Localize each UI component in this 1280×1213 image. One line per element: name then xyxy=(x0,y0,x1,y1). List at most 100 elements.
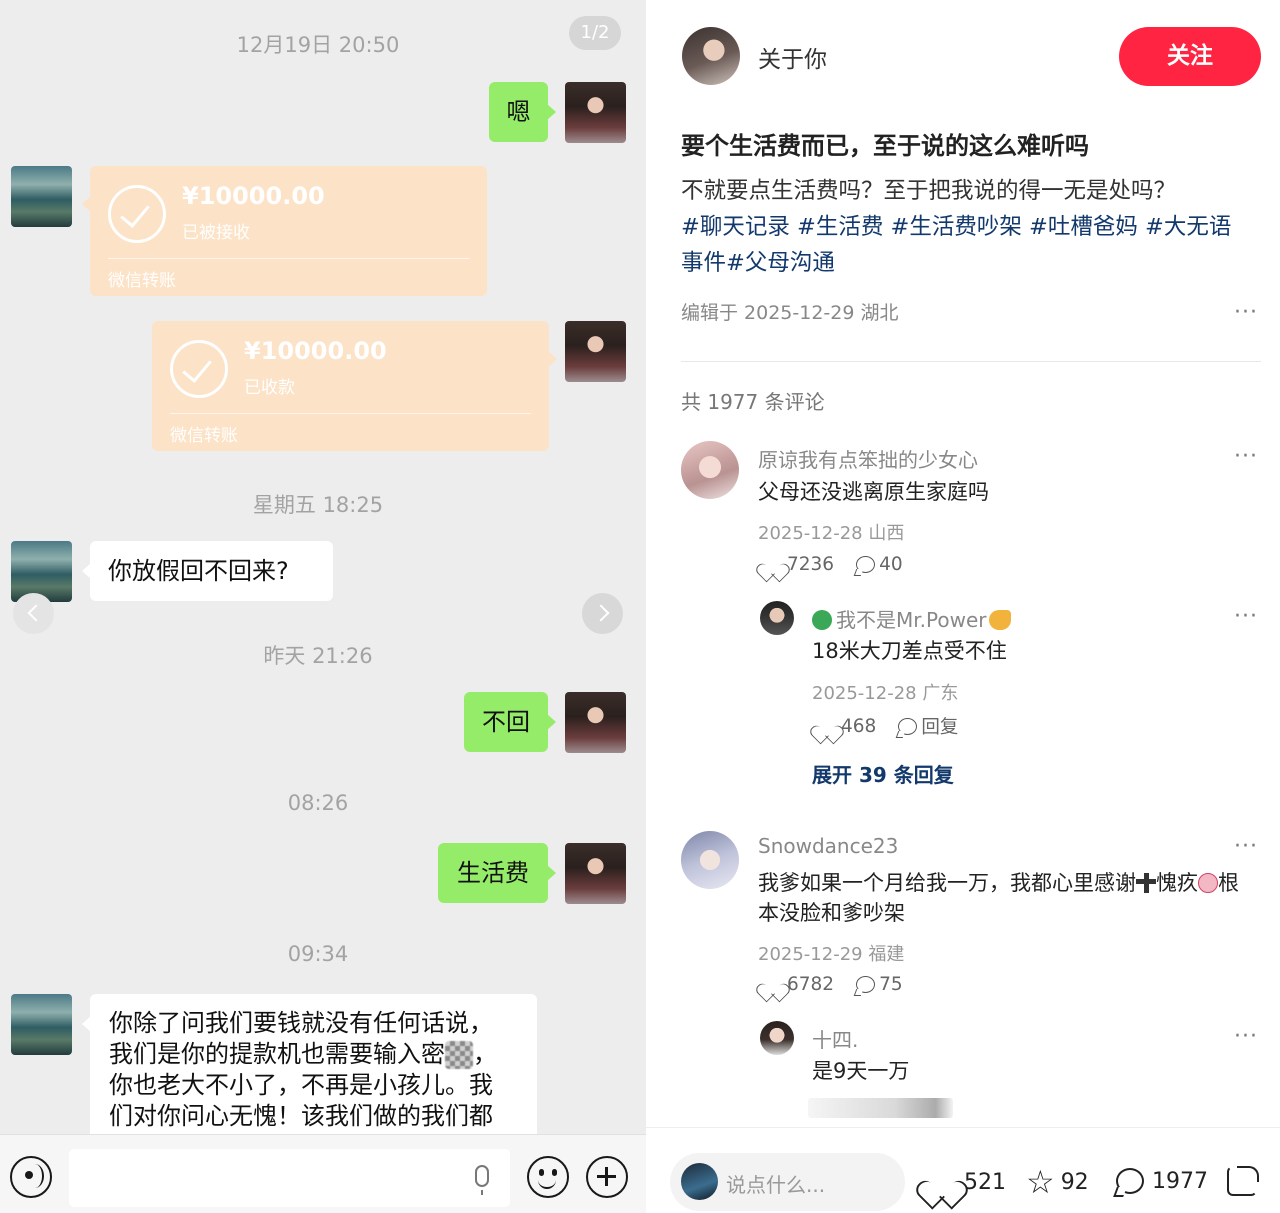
message-bubble-sent[interactable]: 不回 xyxy=(464,692,556,752)
post-title: 要个生活费而已，至于说的这么难听吗 xyxy=(681,132,1089,160)
collect-button[interactable]: ☆ 92 xyxy=(1026,1163,1089,1201)
more-icon[interactable]: ··· xyxy=(1234,834,1258,859)
user-avatar xyxy=(681,1163,718,1200)
divider xyxy=(681,361,1261,362)
transfer-amount: ¥10000.00 xyxy=(182,182,325,210)
more-icon[interactable]: ··· xyxy=(1234,444,1258,469)
post-edit-meta: 编辑于 2025-12-29 湖北 xyxy=(681,302,899,324)
chat-screenshot: 1/2 12月19日 20:50 嗯 ¥10000.00 已被接收 微信转账 ¥… xyxy=(0,0,646,1213)
share-icon[interactable] xyxy=(1227,1166,1259,1196)
avatar-me[interactable] xyxy=(565,692,626,753)
replier-name[interactable]: 我不是Mr.Power xyxy=(812,604,1012,633)
comment-input[interactable]: 说点什么... xyxy=(670,1153,905,1211)
like-button[interactable]: 521 xyxy=(926,1168,1006,1196)
comment-text: 父母还没逃离原生家庭吗 xyxy=(758,480,989,504)
more-icon[interactable]: ··· xyxy=(1234,300,1258,325)
replier-name[interactable]: 十四. xyxy=(812,1024,858,1053)
replier-avatar[interactable] xyxy=(760,1021,794,1055)
comment-icon[interactable] xyxy=(856,976,876,993)
next-image-button[interactable] xyxy=(582,593,623,634)
plus-icon[interactable] xyxy=(586,1156,628,1198)
chat-input-bar xyxy=(0,1134,646,1213)
heart-icon[interactable] xyxy=(762,555,783,574)
post-page: 关于你 关注 要个生活费而已，至于说的这么难听吗 不就要点生活费吗？至于把我说的… xyxy=(646,0,1280,1213)
avatar-parent[interactable] xyxy=(11,541,72,602)
mosaic-censor-icon xyxy=(445,1041,473,1069)
commenter-name[interactable]: 原谅我有点笨拙的少女心 xyxy=(758,444,978,473)
avatar-me[interactable] xyxy=(565,82,626,143)
reply-text: 是9天一万 xyxy=(812,1059,910,1083)
reply-count: 40 xyxy=(879,554,903,575)
emoji-icon[interactable] xyxy=(527,1156,569,1198)
post-tags-line[interactable]: #聊天记录 #生活费 #生活费吵架 #吐槽爸妈 #大无语 xyxy=(681,209,1261,245)
transfer-status: 已被接收 xyxy=(182,223,250,243)
post-text: 不就要点生活费吗？至于把我说的得一无是处吗？ xyxy=(681,178,1177,204)
prev-image-button[interactable] xyxy=(13,593,54,634)
avatar-parent[interactable] xyxy=(11,166,72,227)
timestamp: 08:26 xyxy=(287,791,349,815)
author-avatar[interactable] xyxy=(682,27,740,85)
voice-icon[interactable] xyxy=(10,1156,52,1198)
timestamp: 星期五 18:25 xyxy=(252,493,384,517)
author-name[interactable]: 关于你 xyxy=(758,40,827,74)
message-bubble-sent[interactable]: 嗯 xyxy=(489,82,556,142)
clover-icon xyxy=(812,610,832,630)
reply-button[interactable]: 回复 xyxy=(921,713,958,739)
comment-meta: 2025-12-29 福建 xyxy=(758,944,905,965)
message-bubble-sent[interactable]: 生活费 xyxy=(438,843,556,903)
transfer-card-received[interactable]: ¥10000.00 已被接收 微信转账 xyxy=(82,166,487,296)
message-line: 你除了问我们要钱就没有任何话说， xyxy=(109,1009,493,1037)
faded-content xyxy=(808,1098,953,1118)
commenter-avatar[interactable] xyxy=(681,831,739,889)
reply-text: 18米大刀差点受不住 xyxy=(812,639,1007,663)
star-icon: ☆ xyxy=(1026,1163,1055,1201)
comment-icon xyxy=(1116,1168,1144,1194)
like-count: 6782 xyxy=(787,974,835,995)
reply-actions: 468 回复 xyxy=(816,713,958,739)
more-icon[interactable]: ··· xyxy=(1234,1024,1258,1049)
transfer-amount: ¥10000.00 xyxy=(244,337,387,365)
heart-icon[interactable] xyxy=(816,717,837,736)
message-line: 们对你问心无愧！该我们做的我们都 xyxy=(109,1102,493,1130)
comment-actions: 6782 75 xyxy=(762,974,903,995)
pensive-emoji-icon xyxy=(1198,873,1218,893)
post-tags-line[interactable]: 事件#父母沟通 xyxy=(681,245,1261,281)
divider xyxy=(170,413,531,414)
like-count: 468 xyxy=(841,715,877,737)
mic-icon[interactable] xyxy=(475,1165,489,1195)
expand-replies-link[interactable]: 展开 39 条回复 xyxy=(812,759,954,788)
bottom-action-bar: 说点什么... 521 ☆ 92 1977 xyxy=(646,1127,1280,1213)
avatar-me[interactable] xyxy=(565,843,626,904)
comment-button[interactable]: 1977 xyxy=(1116,1168,1208,1194)
like-total: 521 xyxy=(964,1169,1006,1195)
divider xyxy=(108,258,469,259)
cross-emoji-icon xyxy=(1136,873,1156,893)
comment-text: 我爹如果一个月给我一万，我都心里感谢 愧疚根 本没脸和爹吵架 xyxy=(758,871,1239,925)
chat-input[interactable] xyxy=(69,1149,510,1207)
timestamp: 12月19日 20:50 xyxy=(236,33,400,57)
comment-count: 共 1977 条评论 xyxy=(681,390,825,414)
timestamp: 昨天 21:26 xyxy=(263,644,373,668)
post-body: 不就要点生活费吗？至于把我说的得一无是处吗？ #聊天记录 #生活费 #生活费吵架… xyxy=(681,173,1261,281)
avatar-parent[interactable] xyxy=(11,994,72,1055)
message-bubble-received[interactable]: 你放假回不回来? xyxy=(82,541,333,601)
timestamp: 09:34 xyxy=(287,942,349,966)
check-circle-icon xyxy=(170,340,228,398)
collect-total: 92 xyxy=(1060,1169,1089,1195)
more-icon[interactable]: ··· xyxy=(1234,604,1258,629)
replier-avatar[interactable] xyxy=(760,601,794,635)
commenter-avatar[interactable] xyxy=(681,441,739,499)
comment-placeholder: 说点什么... xyxy=(726,1173,826,1197)
heart-icon[interactable] xyxy=(762,975,783,994)
heart-icon xyxy=(926,1168,956,1196)
avatar-me[interactable] xyxy=(565,321,626,382)
comment-actions: 7236 40 xyxy=(762,554,903,575)
message-bubble-received-long[interactable]: 你除了问我们要钱就没有任何话说， 我们是你的提款机也需要输入密， 你也老大不小了… xyxy=(82,994,537,1154)
comment-icon[interactable] xyxy=(856,556,876,573)
comment-icon[interactable] xyxy=(898,717,918,735)
reply-count: 75 xyxy=(879,974,903,995)
muscle-emoji-icon xyxy=(989,610,1012,630)
commenter-name[interactable]: Snowdance23 xyxy=(758,834,898,858)
follow-button[interactable]: 关注 xyxy=(1119,27,1261,86)
transfer-card-collected[interactable]: ¥10000.00 已收款 微信转账 xyxy=(152,321,557,451)
